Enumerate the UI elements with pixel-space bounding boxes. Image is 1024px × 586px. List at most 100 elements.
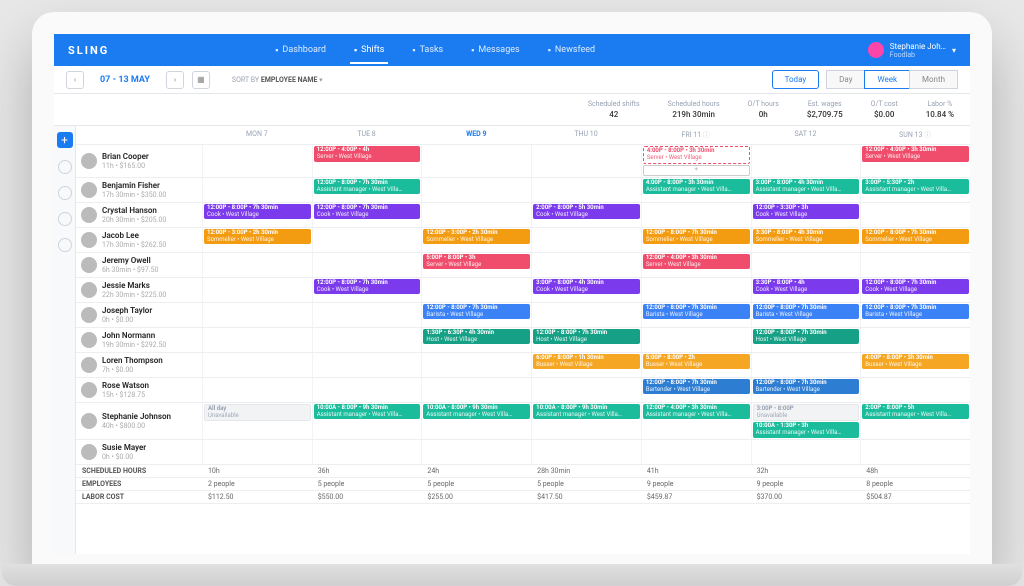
day-cell[interactable] xyxy=(751,253,861,277)
day-cell[interactable] xyxy=(202,253,312,277)
day-cell[interactable] xyxy=(421,178,531,202)
shift-chip[interactable]: 12:00P - 8:00P • 7h 30minAssistant manag… xyxy=(314,179,421,195)
employee-cell[interactable]: John Normann19h 30min • $292.50 xyxy=(76,328,202,352)
shift-chip[interactable]: 12:00P - 8:00P • 7h 30minBartender • Wes… xyxy=(753,379,860,395)
day-cell[interactable] xyxy=(421,203,531,227)
month-view-button[interactable]: Month xyxy=(909,70,958,89)
day-cell[interactable]: 10:00A - 8:00P • 9h 30minAssistant manag… xyxy=(421,403,531,440)
day-cell[interactable]: 12:00P - 8:00P • 7h 30minBartender • Wes… xyxy=(751,378,861,402)
day-cell[interactable] xyxy=(312,440,422,464)
day-cell[interactable]: 3:00P - 8:00P • 4h 30minAssistant manage… xyxy=(751,178,861,202)
shift-chip[interactable]: 5:00P - 8:00P • 3hServer • West Village xyxy=(423,254,530,270)
calendar-button[interactable]: ▦ xyxy=(192,71,210,89)
day-cell[interactable] xyxy=(531,145,641,177)
day-cell[interactable]: 12:00P - 8:00P • 7h 30minAssistant manag… xyxy=(312,178,422,202)
nav-messages[interactable]: ▪Messages xyxy=(467,45,524,56)
day-cell[interactable] xyxy=(860,440,970,464)
shift-chip[interactable]: 10:00A - 1:30P • 3hAssistant manager • W… xyxy=(753,422,860,438)
day-cell[interactable] xyxy=(421,278,531,302)
employee-cell[interactable]: Loren Thompson7h • $0.00 xyxy=(76,353,202,377)
day-cell[interactable]: 12:00P - 3:30P • 3hCook • West Village xyxy=(751,203,861,227)
day-cell[interactable] xyxy=(860,378,970,402)
employee-cell[interactable]: Brian Cooper11h • $165.00 xyxy=(76,145,202,177)
day-cell[interactable]: 12:00P - 4:00P • 3h 30minServer • West V… xyxy=(860,145,970,177)
shift-chip[interactable]: 3:00P - 5:30P • 2hAssistant manager • We… xyxy=(862,179,969,195)
shift-chip[interactable]: 12:00P - 3:00P • 2h 30minSommelier • Wes… xyxy=(423,229,530,245)
day-cell[interactable] xyxy=(860,253,970,277)
group-icon[interactable] xyxy=(58,186,72,200)
employee-cell[interactable]: Jacob Lee17h 30min • $262.50 xyxy=(76,228,202,252)
day-cell[interactable]: 12:00P - 3:00P • 2h 30minSommelier • Wes… xyxy=(421,228,531,252)
day-cell[interactable]: 12:00P - 8:00P • 7h 30minCook • West Vil… xyxy=(312,203,422,227)
shift-chip[interactable]: 12:00P - 8:00P • 7h 30minSommelier • Wes… xyxy=(862,229,969,245)
day-cell[interactable]: 12:00P - 4:00P • 4hServer • West Village xyxy=(312,145,422,177)
day-cell[interactable] xyxy=(531,440,641,464)
day-cell[interactable] xyxy=(421,378,531,402)
day-cell[interactable]: 12:00P - 8:00P • 7h 30minBarista • West … xyxy=(860,303,970,327)
day-cell[interactable] xyxy=(751,353,861,377)
day-cell[interactable] xyxy=(531,303,641,327)
shift-chip[interactable]: 4:00P - 8:00P • 3h 30minAssistant manage… xyxy=(643,179,750,195)
day-cell[interactable]: 12:00P - 8:00P • 7h 30minBarista • West … xyxy=(421,303,531,327)
shift-chip[interactable]: 12:00P - 8:00P • 7h 30minCook • West Vil… xyxy=(862,279,969,295)
shift-chip[interactable]: All dayUnavailable xyxy=(204,404,311,422)
employee-cell[interactable]: Joseph Taylor0h • $0.00 xyxy=(76,303,202,327)
day-cell[interactable] xyxy=(751,440,861,464)
shift-chip[interactable]: 12:00P - 8:00P • 7h 30minBarista • West … xyxy=(423,304,530,320)
day-cell[interactable]: 12:00P - 8:00P • 7h 30minBarista • West … xyxy=(641,303,751,327)
day-cell[interactable]: 12:00P - 8:00P • 7h 30minSommelier • Wes… xyxy=(641,228,751,252)
employee-cell[interactable]: Stephanie Johnson40h • $800.00 xyxy=(76,403,202,440)
day-cell[interactable] xyxy=(531,178,641,202)
shift-chip[interactable]: 10:00A - 8:00P • 9h 30minAssistant manag… xyxy=(314,404,421,420)
shift-chip[interactable]: 5:00P - 8:00P • 2hBusser • West Village xyxy=(643,354,750,370)
day-cell[interactable]: 12:00P - 8:00P • 7h 30minHost • West Vil… xyxy=(531,328,641,352)
day-cell[interactable] xyxy=(202,178,312,202)
day-cell[interactable] xyxy=(312,353,422,377)
day-cell[interactable]: 3:30P - 8:00P • 4hCook • West Village xyxy=(751,278,861,302)
day-cell[interactable]: 12:00P - 8:00P • 7h 30minCook • West Vil… xyxy=(860,278,970,302)
shift-chip[interactable]: 12:00P - 8:00P • 7h 30minBarista • West … xyxy=(643,304,750,320)
user-menu[interactable]: Stephanie Joh… Foodlab ▾ xyxy=(868,42,956,59)
filter-icon[interactable] xyxy=(58,212,72,226)
employee-cell[interactable]: Benjamin Fisher17h 30min • $350.00 xyxy=(76,178,202,202)
shift-chip[interactable]: 6:00P - 8:00P • 1h 30minBusser • West Vi… xyxy=(533,354,640,370)
shift-chip[interactable]: 12:00P - 3:00P • 2h 30minSommelier • Wes… xyxy=(204,229,311,245)
shift-chip[interactable]: 2:00P - 8:00P • 5h 30minCook • West Vill… xyxy=(533,204,640,220)
week-view-button[interactable]: Week xyxy=(864,70,910,89)
nav-shifts[interactable]: ▪Shifts xyxy=(350,45,388,64)
day-cell[interactable]: 10:00A - 8:00P • 9h 30minAssistant manag… xyxy=(312,403,422,440)
shift-chip[interactable]: 12:00P - 4:00P • 3h 30minServer • West V… xyxy=(643,254,750,270)
shift-chip[interactable]: 12:00P - 8:00P • 7h 30minBarista • West … xyxy=(862,304,969,320)
shift-chip[interactable]: 3:30P - 8:00P • 4hCook • West Village xyxy=(753,279,860,295)
day-cell[interactable]: 12:00P - 8:00P • 7h 30minSommelier • Wes… xyxy=(860,228,970,252)
day-cell[interactable] xyxy=(751,145,861,177)
shift-chip[interactable]: 3:00P - 8:00P • 4h 30minCook • West Vill… xyxy=(533,279,640,295)
nav-dashboard[interactable]: ▪Dashboard xyxy=(271,45,330,56)
shift-chip[interactable]: 12:00P - 8:00P • 7h 30minCook • West Vil… xyxy=(204,204,311,220)
day-cell[interactable]: 4:00P - 8:00P • 3h 30minBusser • West Vi… xyxy=(860,353,970,377)
prev-week-button[interactable]: ‹ xyxy=(66,71,84,89)
employee-cell[interactable]: Jeremy Owell6h 30min • $97.50 xyxy=(76,253,202,277)
day-cell[interactable] xyxy=(202,303,312,327)
date-range[interactable]: 07 - 13 MAY xyxy=(92,75,158,85)
day-cell[interactable]: 12:00P - 4:00P • 3h 30minServer • West V… xyxy=(641,253,751,277)
day-cell[interactable]: 3:00P - 8:00PUnavailable10:00A - 1:30P •… xyxy=(751,403,861,440)
day-cell[interactable]: 6:00P - 8:00P • 1h 30minBusser • West Vi… xyxy=(531,353,641,377)
nav-tasks[interactable]: ▪Tasks xyxy=(408,45,447,56)
shift-chip[interactable]: 1:30P - 6:30P • 4h 30minHost • West Vill… xyxy=(423,329,530,345)
shift-chip[interactable]: 4:00P - 8:00P • 3h 30minBusser • West Vi… xyxy=(862,354,969,370)
day-cell[interactable]: 3:30P - 8:00P • 4h 30minSommelier • West… xyxy=(751,228,861,252)
shift-chip[interactable]: 12:00P - 8:00P • 7h 30minBarista • West … xyxy=(753,304,860,320)
day-cell[interactable]: 4:00P - 8:00P • 3h 30minAssistant manage… xyxy=(641,178,751,202)
day-cell[interactable] xyxy=(312,253,422,277)
day-cell[interactable] xyxy=(531,253,641,277)
shift-chip[interactable]: 4:00P - 8:00P • 3h 30minServer • West Vi… xyxy=(643,146,750,164)
add-shift-icon[interactable]: + xyxy=(643,165,750,176)
employee-cell[interactable]: Jessie Marks22h 30min • $225.00 xyxy=(76,278,202,302)
day-cell[interactable]: 12:00P - 8:00P • 7h 30minBartender • Wes… xyxy=(641,378,751,402)
day-cell[interactable]: 2:00P - 8:00P • 5hAssistant manager • We… xyxy=(860,403,970,440)
day-cell[interactable] xyxy=(312,228,422,252)
employee-cell[interactable]: Crystal Hanson20h 30min • $205.00 xyxy=(76,203,202,227)
day-cell[interactable]: All dayUnavailable xyxy=(202,403,312,440)
day-cell[interactable] xyxy=(202,145,312,177)
